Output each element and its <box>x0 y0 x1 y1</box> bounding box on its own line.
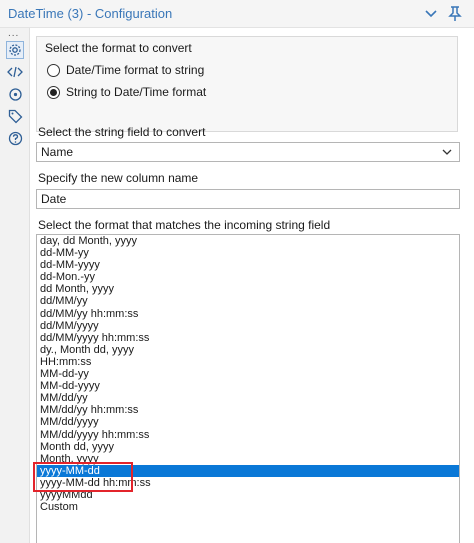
list-item[interactable]: dd Month, yyyy <box>37 283 459 295</box>
radio-label: Date/Time format to string <box>66 63 205 77</box>
list-item[interactable]: MM-dd-yyyy <box>37 380 459 392</box>
string-field-select[interactable]: Name <box>36 142 460 162</box>
list-item[interactable]: dd-MM-yy <box>37 247 459 259</box>
list-item[interactable]: dd/MM/yyyy hh:mm:ss <box>37 332 459 344</box>
string-field-value: Name <box>41 145 74 159</box>
list-item[interactable]: dd-Mon.-yy <box>37 271 459 283</box>
sidebar: ... <box>0 28 30 543</box>
conversion-mode-label: Select the format to convert <box>45 41 192 55</box>
list-item[interactable]: MM/dd/yyyy hh:mm:ss <box>37 429 459 441</box>
chevron-down-icon[interactable] <box>422 5 440 23</box>
conversion-mode-group: Select the format to convert Date/Time f… <box>36 36 458 132</box>
list-item[interactable]: Month dd, yyyy <box>37 441 459 453</box>
list-item[interactable]: day, dd Month, yyyy <box>37 235 459 247</box>
list-item[interactable]: MM-dd-yy <box>37 368 459 380</box>
new-column-input[interactable]: Date <box>36 189 460 209</box>
format-list-label: Select the format that matches the incom… <box>38 218 331 232</box>
help-icon[interactable] <box>6 129 24 147</box>
pin-icon[interactable] <box>446 5 464 23</box>
sidebar-dots: ... <box>8 28 20 39</box>
radio-string-to-datetime[interactable]: String to Date/Time format <box>47 85 206 99</box>
code-icon[interactable] <box>6 63 24 81</box>
list-item[interactable]: MM/dd/yy <box>37 392 459 404</box>
window-title: DateTime (3) - Configuration <box>8 6 173 21</box>
radio-datetime-to-string[interactable]: Date/Time format to string <box>47 63 204 77</box>
radio-button-selected[interactable] <box>47 85 60 99</box>
target-icon[interactable] <box>6 85 24 103</box>
annotation-highlight-box <box>33 462 133 492</box>
list-item[interactable]: dd/MM/yyyy <box>37 320 459 332</box>
gear-icon[interactable] <box>6 41 24 59</box>
list-item[interactable]: dd-MM-yyyy <box>37 259 459 271</box>
list-item[interactable]: dd/MM/yy hh:mm:ss <box>37 308 459 320</box>
string-field-label: Select the string field to convert <box>38 125 206 139</box>
list-item[interactable]: MM/dd/yyyy <box>37 416 459 428</box>
list-item[interactable]: dd/MM/yy <box>37 295 459 307</box>
format-listbox[interactable]: day, dd Month, yyyy dd-MM-yy dd-MM-yyyy dd-… <box>36 234 460 543</box>
chevron-down-icon[interactable] <box>441 145 453 159</box>
radio-label: String to Date/Time format <box>66 85 207 99</box>
radio-button[interactable] <box>47 63 60 77</box>
list-item[interactable]: HH:mm:ss <box>37 356 459 368</box>
list-item[interactable]: dy., Month dd, yyyy <box>37 344 459 356</box>
title-bar: DateTime (3) - Configuration <box>0 0 474 28</box>
tag-icon[interactable] <box>6 107 24 125</box>
list-item[interactable]: Custom <box>37 501 459 513</box>
list-item[interactable]: MM/dd/yy hh:mm:ss <box>37 404 459 416</box>
new-column-value: Date <box>41 192 67 206</box>
new-column-label: Specify the new column name <box>38 171 199 185</box>
